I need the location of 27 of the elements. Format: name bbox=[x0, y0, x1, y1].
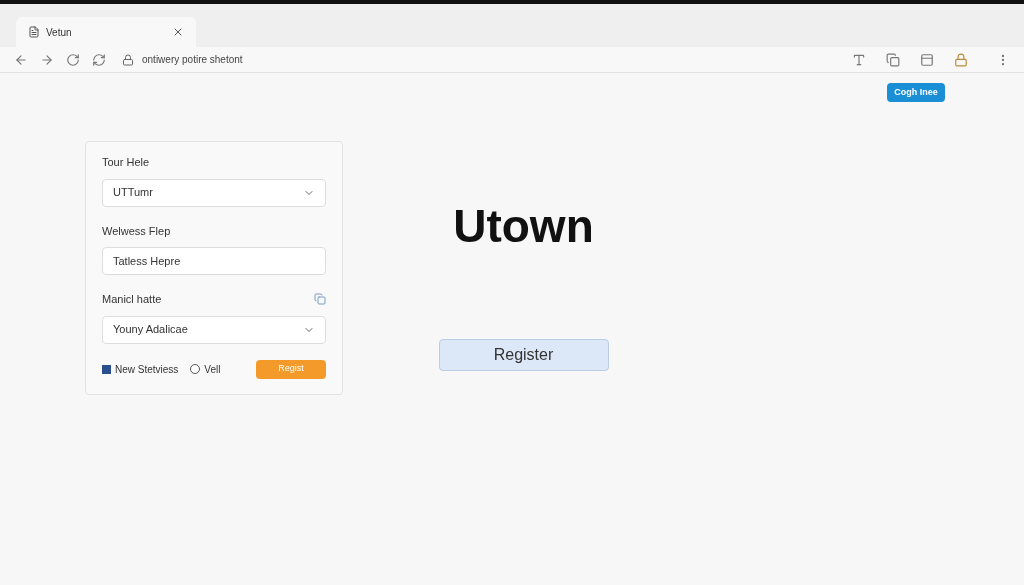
copy-icon[interactable] bbox=[886, 52, 900, 67]
input-field[interactable]: Tatless Hepre bbox=[102, 247, 326, 275]
copy-icon[interactable] bbox=[314, 293, 326, 306]
select-field[interactable]: UTTumr bbox=[102, 178, 326, 207]
checkbox[interactable] bbox=[102, 364, 111, 374]
select-field[interactable]: Youny Adalicae bbox=[102, 315, 326, 344]
reload-icon[interactable] bbox=[66, 52, 80, 67]
option-label: Vell bbox=[204, 362, 221, 377]
page-title: Utown bbox=[453, 203, 594, 249]
browser-tab[interactable]: Vetun bbox=[16, 17, 196, 47]
page-icon bbox=[28, 26, 40, 38]
forward-icon[interactable] bbox=[40, 52, 54, 67]
address-bar[interactable]: ontiwery potire shetont bbox=[118, 48, 840, 71]
option-label: New Stetviess bbox=[115, 362, 179, 377]
field-label: Welwess Flep bbox=[102, 223, 171, 239]
radio-button[interactable] bbox=[190, 364, 201, 374]
register-button[interactable]: Register bbox=[438, 339, 609, 371]
field-label: Tour Hele bbox=[102, 155, 150, 170]
lock-icon bbox=[122, 53, 134, 66]
close-icon[interactable] bbox=[172, 26, 184, 38]
header-button[interactable]: Cogh Inee bbox=[887, 83, 945, 102]
back-icon[interactable] bbox=[14, 52, 28, 67]
lock-icon[interactable] bbox=[954, 52, 968, 67]
window-icon[interactable] bbox=[920, 52, 934, 67]
field-label: Manicl hatte bbox=[102, 292, 162, 307]
text-icon[interactable] bbox=[852, 52, 866, 67]
refresh-icon[interactable] bbox=[92, 52, 106, 67]
